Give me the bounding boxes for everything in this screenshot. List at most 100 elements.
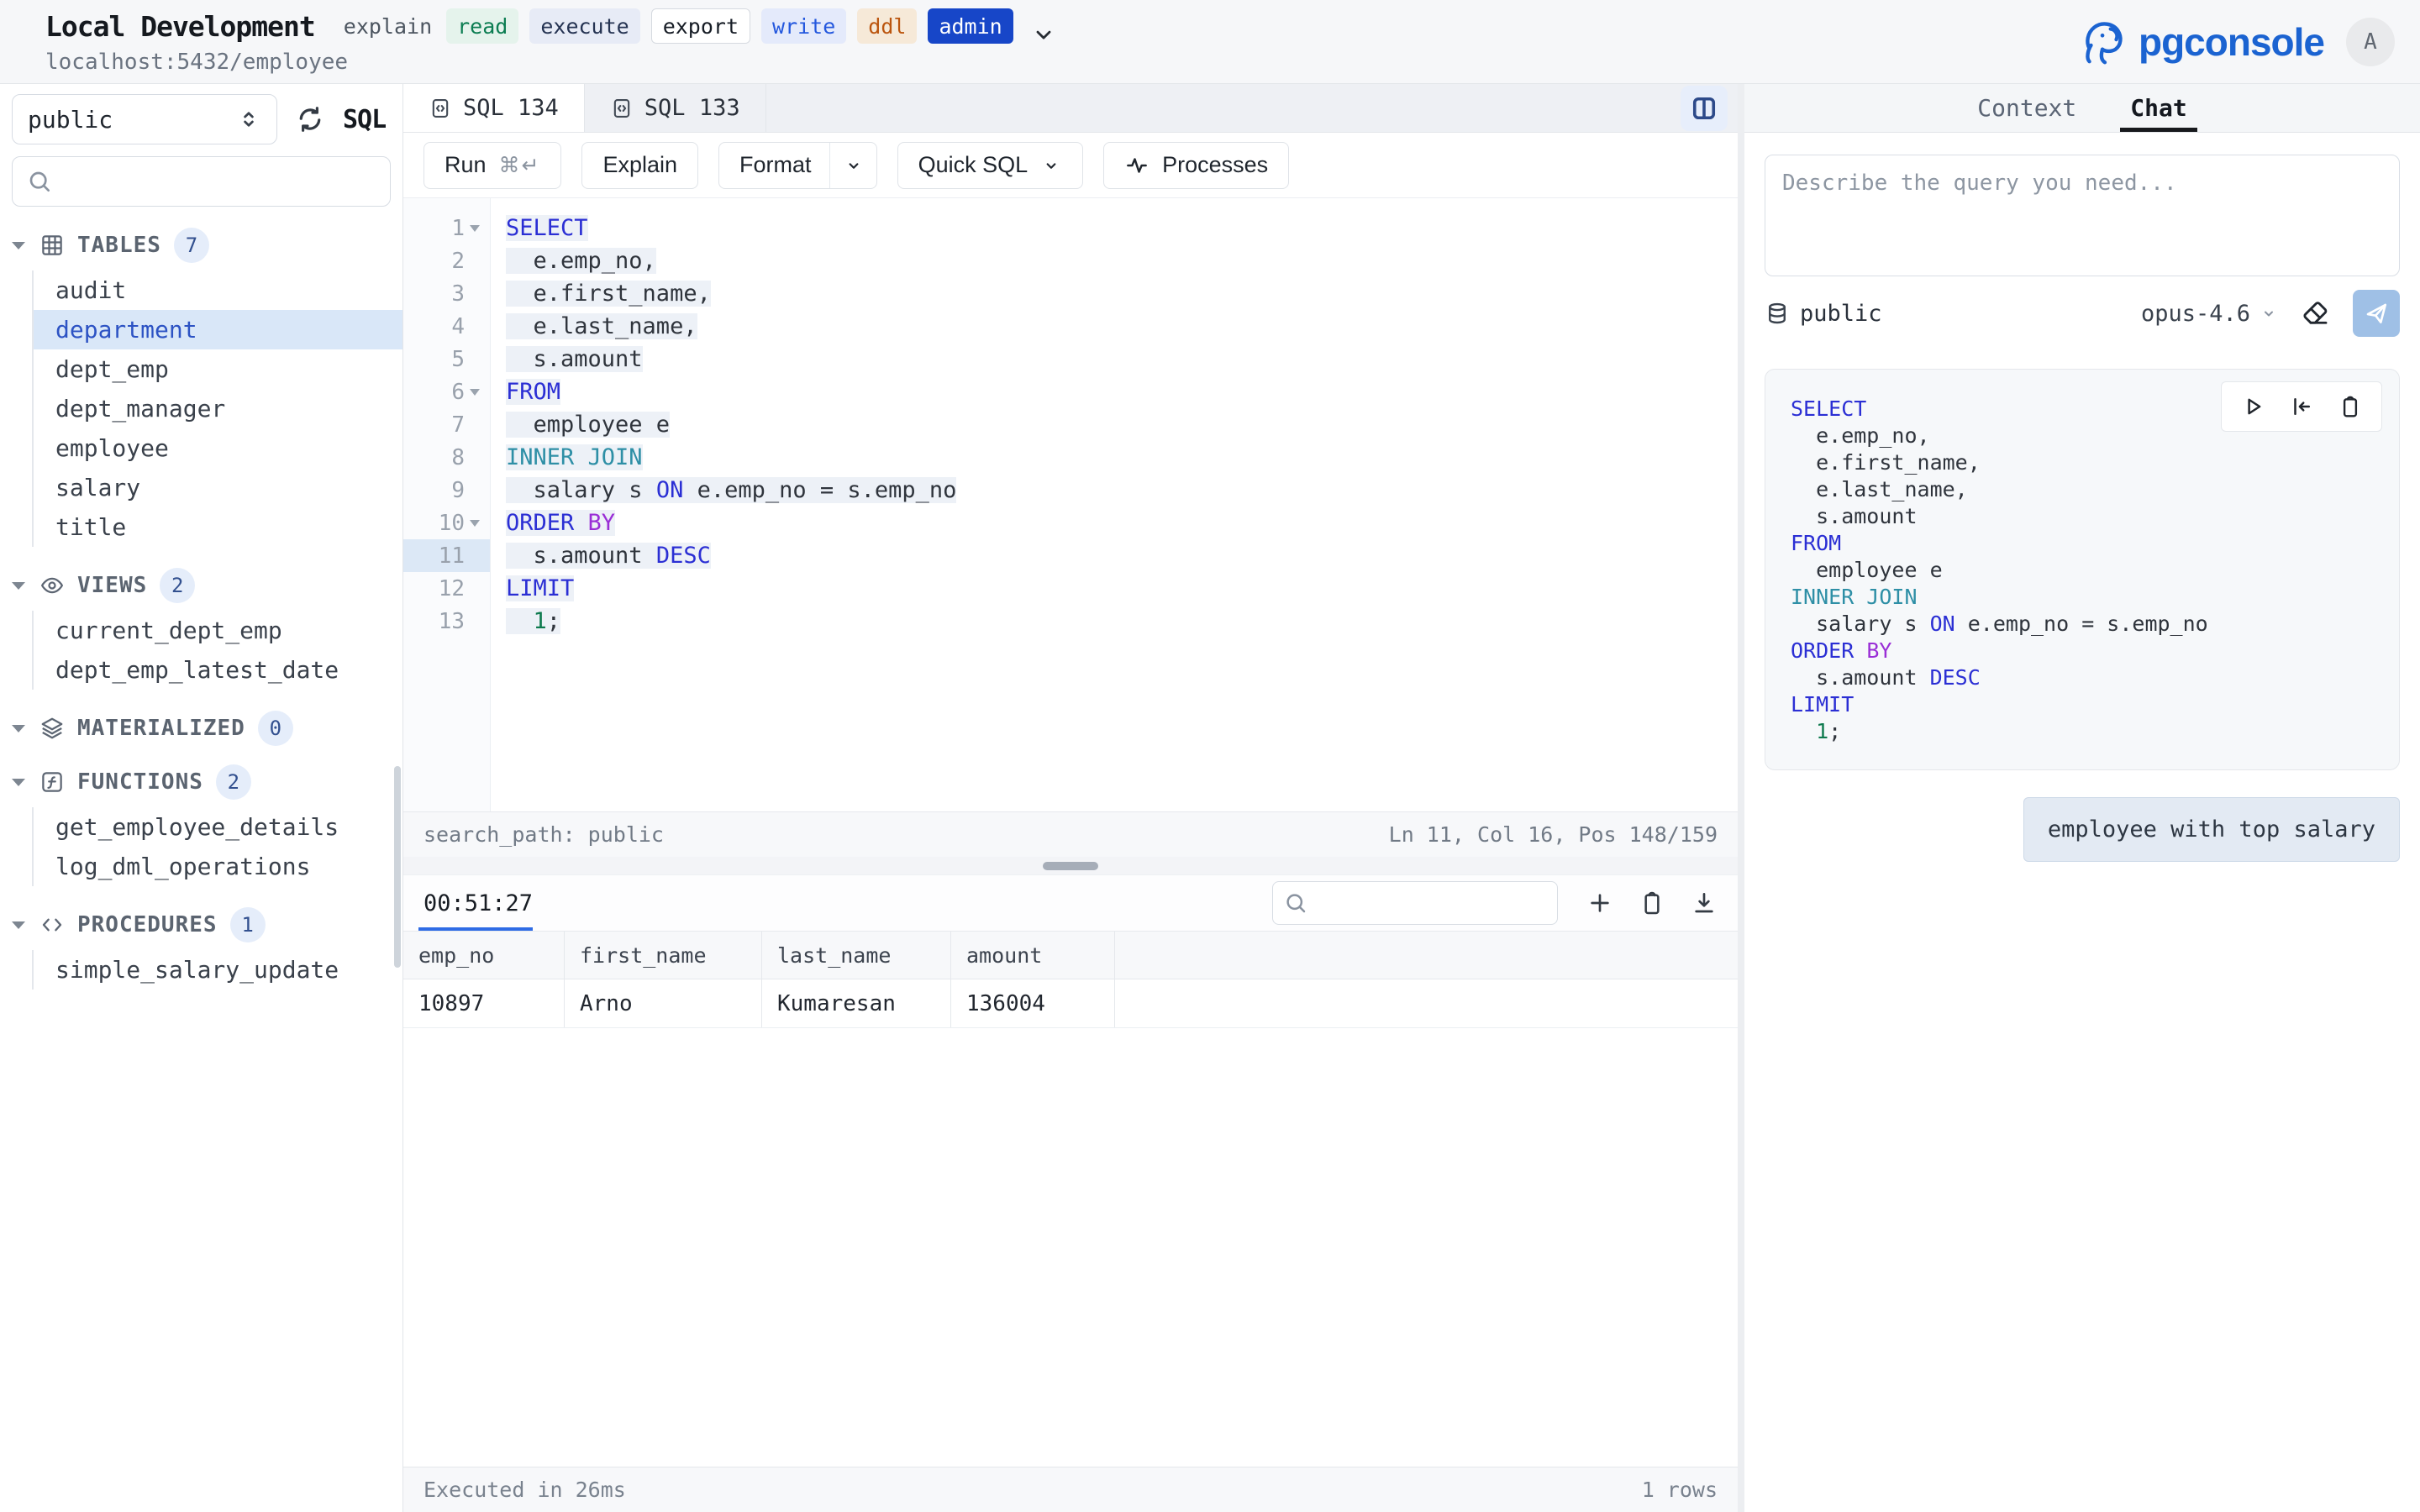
format-divider	[829, 143, 830, 188]
editor-tab-sql-133[interactable]: SQL 133	[585, 84, 766, 132]
sidebar-item-dept_emp_latest_date[interactable]: dept_emp_latest_date	[34, 650, 402, 690]
line-number-6[interactable]: 6	[403, 375, 490, 408]
editor-statusbar: search_path: public Ln 11, Col 16, Pos 1…	[403, 811, 1738, 857]
tree-section-header-procedures[interactable]: PROCEDURES1	[0, 900, 402, 950]
sql-mode-label[interactable]: SQL	[343, 105, 386, 134]
sidebar-item-department[interactable]: department	[34, 310, 402, 349]
tree-section-items: simple_salary_update	[32, 950, 402, 990]
editor-tab-sql-134[interactable]: SQL 134	[403, 84, 585, 132]
column-header-first_name[interactable]: first_name	[565, 932, 762, 979]
code-line-5[interactable]: s.amount	[506, 343, 1738, 375]
code-line-12[interactable]: LIMIT	[506, 572, 1738, 605]
line-number-5[interactable]: 5	[403, 343, 490, 375]
sidebar-item-get_employee_details[interactable]: get_employee_details	[34, 807, 402, 847]
sidebar-search[interactable]	[12, 156, 391, 207]
results-empty-area	[403, 1028, 1738, 1467]
line-number-2[interactable]: 2	[403, 244, 490, 277]
code-line-8[interactable]: INNER JOIN	[506, 441, 1738, 474]
avatar[interactable]: A	[2346, 18, 2395, 66]
download-results-icon[interactable]	[1691, 890, 1718, 916]
code-line-1[interactable]: SELECT	[506, 212, 1738, 244]
column-header-last_name[interactable]: last_name	[762, 932, 951, 979]
code-line-7[interactable]: employee e	[506, 408, 1738, 441]
code-line-13[interactable]: 1;	[506, 605, 1738, 638]
column-header-amount[interactable]: amount	[951, 932, 1115, 979]
fold-toggle-icon[interactable]	[468, 225, 481, 232]
cell-first_name[interactable]: Arno	[565, 979, 762, 1027]
results-timer-tab[interactable]: 00:51:27	[424, 890, 533, 916]
prompt-controls: public opus-4.6	[1765, 290, 2400, 337]
line-number-13[interactable]: 13	[403, 605, 490, 638]
model-select[interactable]: opus-4.6	[2141, 301, 2279, 327]
code-line-6[interactable]: FROM	[506, 375, 1738, 408]
sidebar-item-current_dept_emp[interactable]: current_dept_emp	[34, 611, 402, 650]
vertical-splitter[interactable]	[1738, 84, 1744, 1512]
file-code-icon	[610, 97, 634, 120]
tree-section-header-materialized[interactable]: MATERIALIZED0	[0, 703, 402, 753]
sidebar-item-employee[interactable]: employee	[34, 428, 402, 468]
resize-handle[interactable]	[1043, 862, 1098, 870]
line-number-8[interactable]: 8	[403, 441, 490, 474]
tree-section-header-tables[interactable]: TABLES7	[0, 220, 402, 270]
column-header-emp_no[interactable]: emp_no	[403, 932, 565, 979]
line-number-10[interactable]: 10	[403, 507, 490, 539]
tab-chat[interactable]: Chat	[2130, 84, 2186, 132]
code-line-11[interactable]: s.amount DESC	[506, 539, 1738, 572]
line-number-11[interactable]: 11	[403, 539, 490, 572]
pane-resizer[interactable]	[403, 857, 1738, 875]
tree-section-header-views[interactable]: VIEWS2	[0, 560, 402, 611]
cell-emp_no[interactable]: 10897	[403, 979, 565, 1027]
sql-editor[interactable]: 12345678910111213 SELECT e.emp_no, e.fir…	[403, 198, 1738, 811]
sidebar-item-log_dml_operations[interactable]: log_dml_operations	[34, 847, 402, 886]
cell-amount[interactable]: 136004	[951, 979, 1115, 1027]
table-row[interactable]: 10897ArnoKumaresan136004	[403, 979, 1738, 1028]
sidebar-scrollbar[interactable]	[394, 766, 401, 968]
sidebar-item-dept_emp[interactable]: dept_emp	[34, 349, 402, 389]
line-number-4[interactable]: 4	[403, 310, 490, 343]
insert-into-editor-icon[interactable]	[2289, 394, 2314, 419]
code-line-10[interactable]: ORDER BY	[506, 507, 1738, 539]
line-number-9[interactable]: 9	[403, 474, 490, 507]
run-button[interactable]: Run ⌘↵	[424, 142, 561, 189]
schema-chip[interactable]: public	[1765, 301, 1882, 327]
processes-button[interactable]: Processes	[1103, 142, 1289, 189]
cell-last_name[interactable]: Kumaresan	[762, 979, 951, 1027]
send-button[interactable]	[2353, 290, 2400, 337]
tab-context[interactable]: Context	[1977, 84, 2076, 132]
prompt-input[interactable]	[1765, 155, 2400, 276]
code-line-3[interactable]: e.first_name,	[506, 277, 1738, 310]
line-number-3[interactable]: 3	[403, 277, 490, 310]
code-line-4[interactable]: e.last_name,	[506, 310, 1738, 343]
format-button[interactable]: Format	[718, 142, 877, 189]
copy-results-icon[interactable]	[1639, 890, 1665, 916]
results-search[interactable]	[1272, 881, 1558, 925]
sidebar-item-dept_manager[interactable]: dept_manager	[34, 389, 402, 428]
split-view-button[interactable]	[1681, 86, 1728, 131]
results-search-input[interactable]	[1317, 891, 1547, 915]
fold-toggle-icon[interactable]	[468, 389, 481, 396]
run-code-icon[interactable]	[2240, 394, 2265, 419]
sidebar-item-title[interactable]: title	[34, 507, 402, 547]
assistant-code[interactable]: SELECT e.emp_no, e.first_name, e.last_na…	[1791, 395, 2374, 744]
refresh-icon[interactable]	[294, 103, 326, 135]
fold-toggle-icon[interactable]	[468, 520, 481, 527]
clear-chat-eraser-icon[interactable]	[2301, 298, 2331, 328]
sidebar-item-simple_salary_update[interactable]: simple_salary_update	[34, 950, 402, 990]
line-number-1[interactable]: 1	[403, 212, 490, 244]
explain-button[interactable]: Explain	[581, 142, 698, 189]
quick-sql-button[interactable]: Quick SQL	[897, 142, 1084, 189]
format-chevron-icon[interactable]	[843, 155, 865, 176]
schema-select[interactable]: public	[12, 94, 277, 144]
tree-section-header-functions[interactable]: FUNCTIONS2	[0, 757, 402, 807]
connection-chevron-icon[interactable]	[1032, 23, 1055, 46]
sidebar-item-salary[interactable]: salary	[34, 468, 402, 507]
sidebar-item-audit[interactable]: audit	[34, 270, 402, 310]
add-tab-icon[interactable]	[1586, 890, 1613, 916]
editor-code[interactable]: SELECT e.emp_no, e.first_name, e.last_na…	[491, 198, 1738, 811]
copy-code-icon[interactable]	[2338, 394, 2363, 419]
sidebar-search-input[interactable]	[63, 169, 376, 194]
line-number-7[interactable]: 7	[403, 408, 490, 441]
code-line-9[interactable]: salary s ON e.emp_no = s.emp_no	[506, 474, 1738, 507]
line-number-12[interactable]: 12	[403, 572, 490, 605]
code-line-2[interactable]: e.emp_no,	[506, 244, 1738, 277]
